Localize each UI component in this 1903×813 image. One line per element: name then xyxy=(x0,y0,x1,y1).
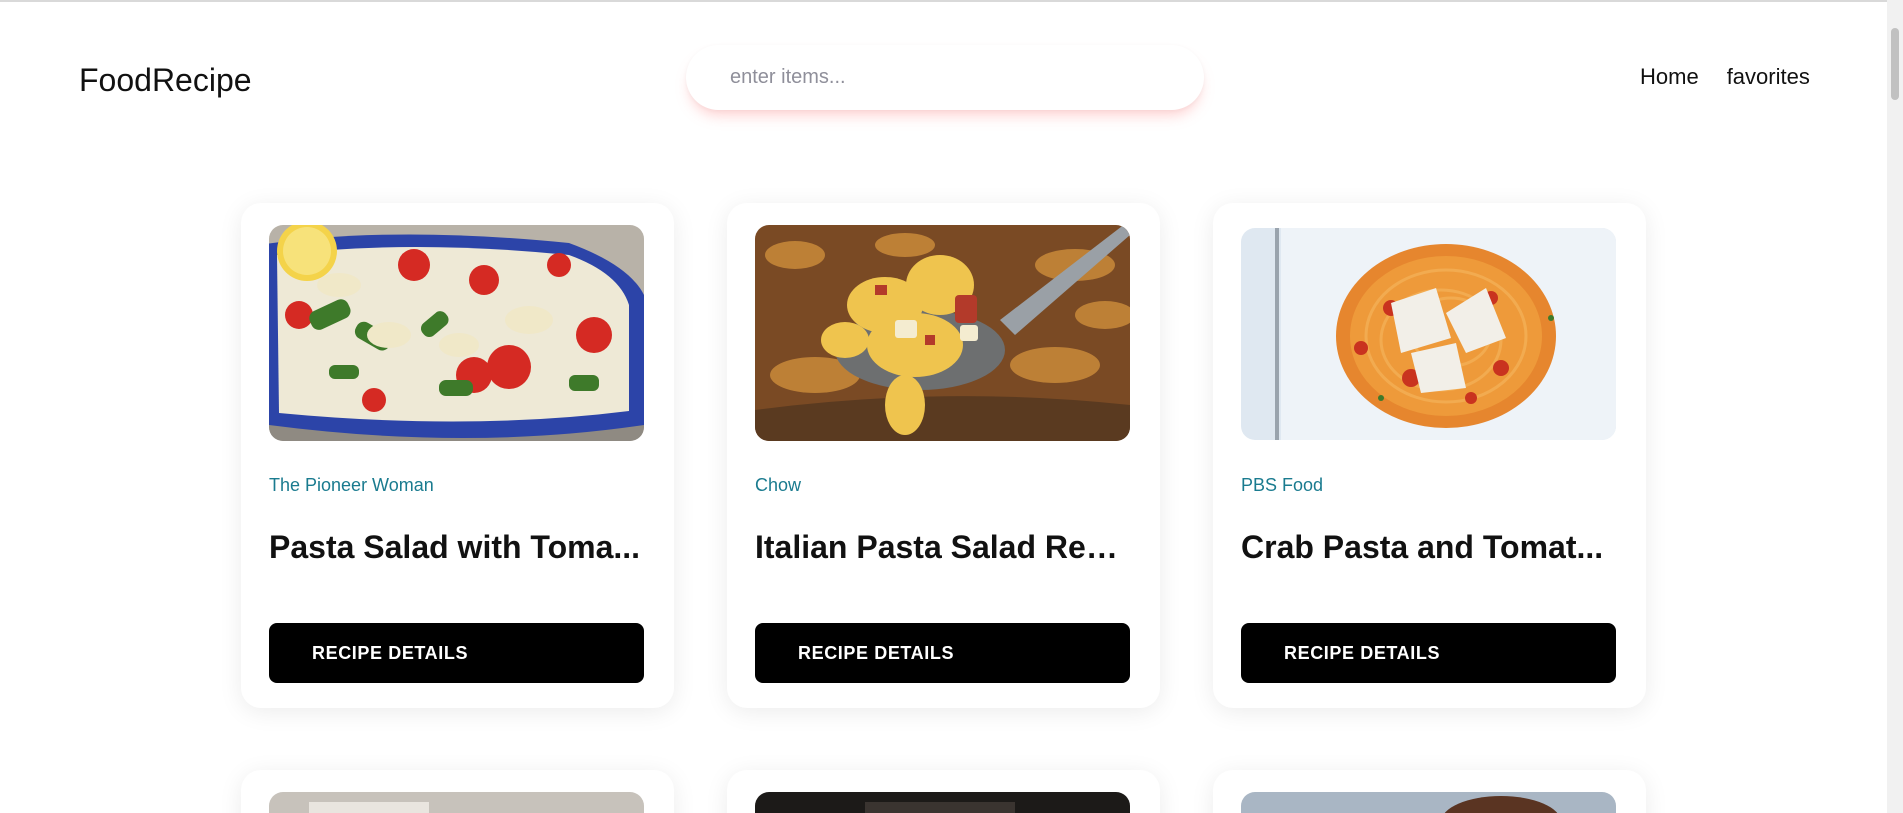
recipe-title: Crab Pasta and Tomat... xyxy=(1241,529,1604,565)
recipe-card xyxy=(727,770,1160,813)
recipe-title: Pasta Salad with Toma... xyxy=(269,529,641,565)
recipe-card xyxy=(1213,770,1646,813)
nav-home-link[interactable]: Home xyxy=(1640,64,1699,90)
recipe-image xyxy=(269,225,644,441)
recipe-image xyxy=(1241,792,1616,813)
recipe-title: Italian Pasta Salad Rec... xyxy=(755,529,1130,565)
scrollbar-thumb[interactable] xyxy=(1891,28,1899,100)
search-input[interactable] xyxy=(686,45,1204,110)
search-box xyxy=(686,45,1204,110)
site-header: FoodRecipe Home favorites xyxy=(0,0,1870,150)
recipe-publisher: The Pioneer Woman xyxy=(269,475,434,495)
nav-favorites-link[interactable]: favorites xyxy=(1727,64,1810,90)
recipe-details-button[interactable]: RECIPE DETAILS xyxy=(755,623,1130,683)
recipe-image xyxy=(755,792,1130,813)
main-nav: Home favorites xyxy=(1640,64,1810,90)
page-scrollbar[interactable] xyxy=(1887,0,1903,813)
recipe-publisher: PBS Food xyxy=(1241,475,1324,495)
recipe-image xyxy=(1241,228,1616,440)
recipe-publisher: Chow xyxy=(755,475,802,495)
recipe-image xyxy=(755,225,1130,441)
recipe-details-button[interactable]: RECIPE DETAILS xyxy=(1241,623,1616,683)
site-logo[interactable]: FoodRecipe xyxy=(79,62,252,99)
recipe-image xyxy=(269,792,644,813)
recipe-card: The Pioneer Woman Pasta Salad with Toma.… xyxy=(241,203,674,708)
recipe-card: Chow Italian Pasta Salad Rec... RECIPE D… xyxy=(727,203,1160,708)
recipe-details-button[interactable]: RECIPE DETAILS xyxy=(269,623,644,683)
recipe-card xyxy=(241,770,674,813)
recipe-card: PBS Food Crab Pasta and Tomat... RECIPE … xyxy=(1213,203,1646,708)
